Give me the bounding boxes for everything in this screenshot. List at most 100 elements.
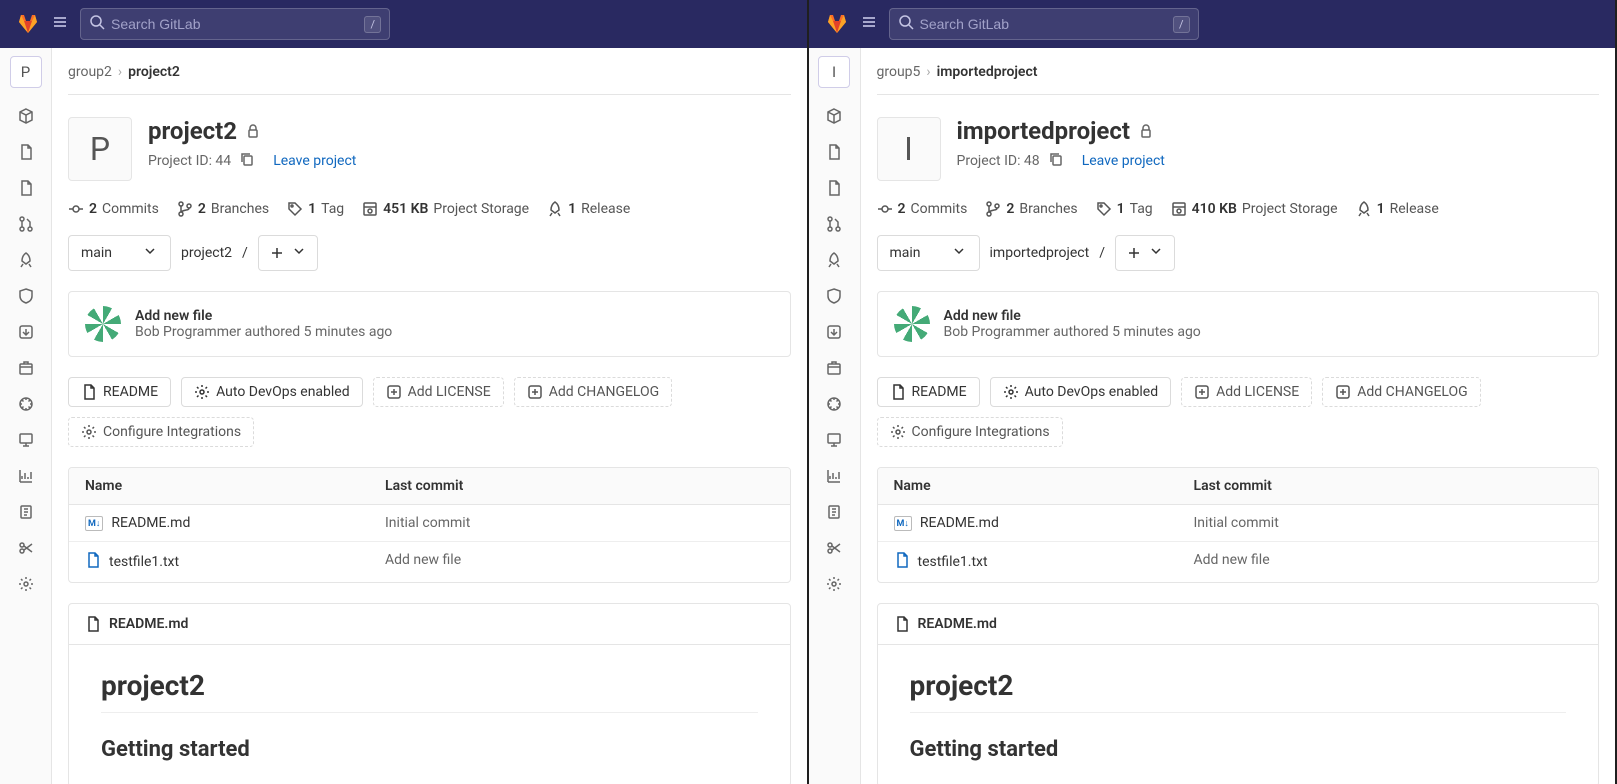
- hamburger-icon[interactable]: [861, 14, 877, 34]
- file-icon: [894, 552, 910, 572]
- security-icon[interactable]: [818, 280, 850, 312]
- branch-row: main project2 /: [68, 235, 791, 271]
- cicd-icon[interactable]: [818, 244, 850, 276]
- chevron-right-icon: ›: [118, 64, 122, 80]
- breadcrumb-group[interactable]: group5: [877, 64, 921, 80]
- stat-branches[interactable]: 2 Branches: [177, 201, 269, 217]
- stat-releases[interactable]: 1 Release: [547, 201, 630, 217]
- wiki-icon[interactable]: [10, 496, 42, 528]
- breadcrumb: group5 › importedproject: [877, 64, 1600, 95]
- snippets-icon[interactable]: [818, 532, 850, 564]
- project-avatar-small[interactable]: I: [818, 56, 850, 88]
- col-commit: Last commit: [385, 478, 463, 494]
- search-input[interactable]: [111, 16, 364, 32]
- issues-icon[interactable]: [818, 172, 850, 204]
- analytics-icon[interactable]: [10, 460, 42, 492]
- chip-configure-integrations[interactable]: Configure Integrations: [68, 417, 254, 447]
- chevron-down-icon: [142, 243, 158, 263]
- lock-icon: [1138, 117, 1154, 145]
- packages-icon[interactable]: [10, 352, 42, 384]
- stat-commits[interactable]: 2 Commits: [68, 201, 159, 217]
- hamburger-icon[interactable]: [52, 14, 68, 34]
- mr-icon[interactable]: [818, 208, 850, 240]
- search-input[interactable]: [920, 16, 1173, 32]
- chip-add-changelog[interactable]: Add CHANGELOG: [1322, 377, 1481, 407]
- packages-icon[interactable]: [818, 352, 850, 384]
- gitlab-logo-icon[interactable]: [825, 10, 849, 38]
- commit-time: 5 minutes ago: [1112, 324, 1201, 340]
- security-icon[interactable]: [10, 280, 42, 312]
- repo-icon[interactable]: [10, 136, 42, 168]
- stat-branches[interactable]: 2 Branches: [985, 201, 1077, 217]
- deployments-icon[interactable]: [818, 316, 850, 348]
- stat-tags[interactable]: 1 Tag: [287, 201, 344, 217]
- chip-add-changelog[interactable]: Add CHANGELOG: [514, 377, 673, 407]
- search-box[interactable]: /: [889, 8, 1199, 40]
- chip-autodevops[interactable]: Auto DevOps enabled: [181, 377, 363, 407]
- analytics-icon[interactable]: [818, 460, 850, 492]
- breadcrumb-project[interactable]: importedproject: [937, 64, 1038, 80]
- chip-readme[interactable]: README: [877, 377, 980, 407]
- snippets-icon[interactable]: [10, 532, 42, 564]
- project-stats: 2 Commits 2 Branches 1 Tag 410 KB Projec…: [877, 201, 1600, 217]
- chevron-down-icon: [291, 243, 307, 263]
- gitlab-logo-icon[interactable]: [16, 10, 40, 38]
- readme-h2: Getting started: [910, 737, 1567, 762]
- table-row[interactable]: testfile1.txt Add new file: [69, 542, 790, 582]
- latest-commit-card[interactable]: Add new file Bob Programmer authored 5 m…: [877, 291, 1600, 357]
- wiki-icon[interactable]: [818, 496, 850, 528]
- settings-icon[interactable]: [818, 568, 850, 600]
- chip-readme[interactable]: README: [68, 377, 171, 407]
- readme-h2: Getting started: [101, 737, 758, 762]
- copy-id-icon[interactable]: [239, 151, 255, 171]
- settings-icon[interactable]: [10, 568, 42, 600]
- table-row[interactable]: M↓README.md Initial commit: [69, 505, 790, 542]
- monitor-icon[interactable]: [10, 424, 42, 456]
- lock-icon: [245, 117, 261, 145]
- deployments-icon[interactable]: [10, 316, 42, 348]
- breadcrumb-group[interactable]: group2: [68, 64, 112, 80]
- repo-icon[interactable]: [818, 136, 850, 168]
- table-row[interactable]: testfile1.txt Add new file: [878, 542, 1599, 582]
- latest-commit-card[interactable]: Add new file Bob Programmer authored 5 m…: [68, 291, 791, 357]
- commit-author: Bob Programmer: [135, 324, 241, 340]
- mr-icon[interactable]: [10, 208, 42, 240]
- project-icon[interactable]: [818, 100, 850, 132]
- chip-add-license[interactable]: Add LICENSE: [373, 377, 504, 407]
- monitor-icon[interactable]: [818, 424, 850, 456]
- readme-header: README.md: [69, 604, 790, 645]
- file-icon: [85, 552, 101, 572]
- readme-header: README.md: [878, 604, 1599, 645]
- leave-project-link[interactable]: Leave project: [273, 153, 356, 169]
- infrastructure-icon[interactable]: [10, 388, 42, 420]
- breadcrumb-project[interactable]: project2: [128, 64, 180, 80]
- path-label[interactable]: project2: [181, 245, 232, 261]
- infrastructure-icon[interactable]: [818, 388, 850, 420]
- path-label[interactable]: importedproject: [990, 245, 1090, 261]
- cicd-icon[interactable]: [10, 244, 42, 276]
- chip-add-license[interactable]: Add LICENSE: [1181, 377, 1312, 407]
- branch-selector[interactable]: main: [877, 235, 980, 271]
- issues-icon[interactable]: [10, 172, 42, 204]
- leave-project-link[interactable]: Leave project: [1082, 153, 1165, 169]
- stat-releases[interactable]: 1 Release: [1356, 201, 1439, 217]
- add-button[interactable]: [1115, 235, 1175, 271]
- project-avatar-small[interactable]: P: [10, 56, 42, 88]
- branch-selector[interactable]: main: [68, 235, 171, 271]
- file-last-commit: Add new file: [385, 552, 461, 572]
- stat-storage[interactable]: 410 KB Project Storage: [1171, 201, 1338, 217]
- stat-storage[interactable]: 451 KB Project Storage: [362, 201, 529, 217]
- project-icon[interactable]: [10, 100, 42, 132]
- copy-id-icon[interactable]: [1048, 151, 1064, 171]
- chip-autodevops[interactable]: Auto DevOps enabled: [990, 377, 1172, 407]
- markdown-icon: M↓: [85, 516, 103, 531]
- search-box[interactable]: /: [80, 8, 390, 40]
- stat-tags[interactable]: 1 Tag: [1096, 201, 1153, 217]
- search-icon: [898, 14, 914, 34]
- add-button[interactable]: [258, 235, 318, 271]
- commit-message: Add new file: [135, 308, 392, 324]
- stat-commits[interactable]: 2 Commits: [877, 201, 968, 217]
- chip-configure-integrations[interactable]: Configure Integrations: [877, 417, 1063, 447]
- file-name: testfile1.txt: [109, 554, 179, 570]
- table-row[interactable]: M↓README.md Initial commit: [878, 505, 1599, 542]
